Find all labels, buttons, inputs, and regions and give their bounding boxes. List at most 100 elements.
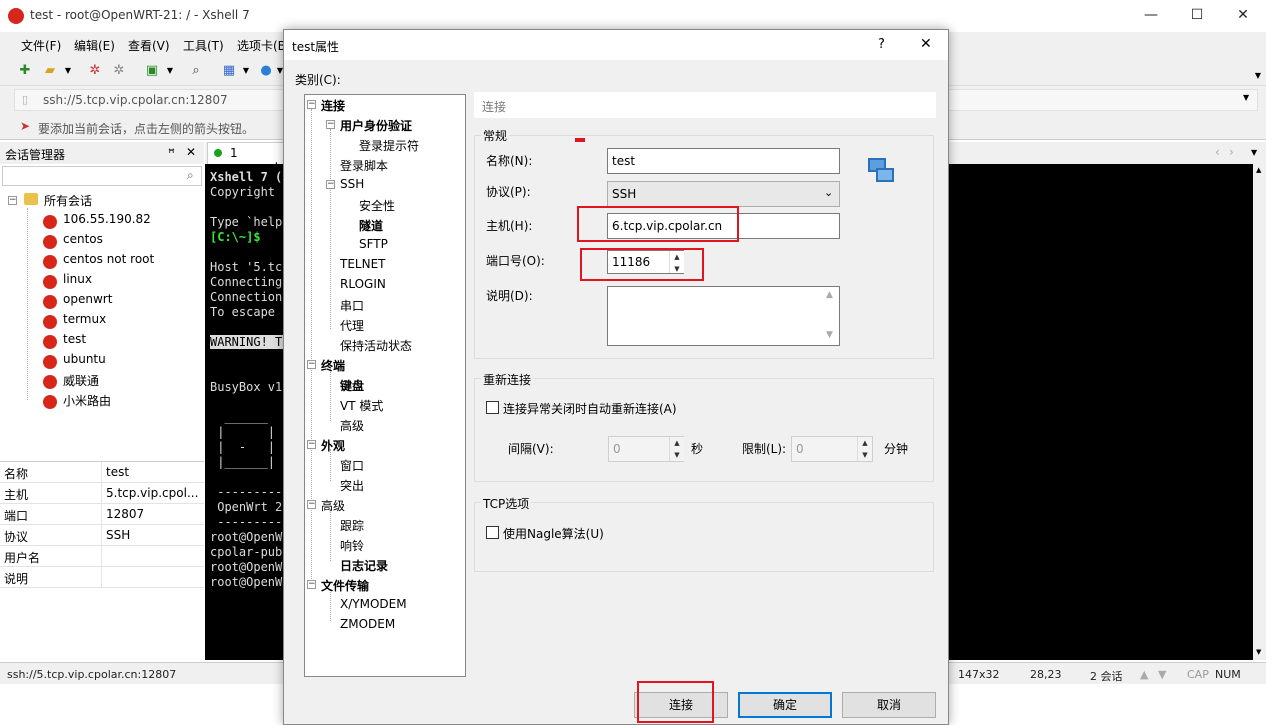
minutes-unit: 分钟 — [884, 442, 909, 456]
session-item[interactable]: ubuntu — [63, 352, 106, 366]
tab-scroll-right-icon[interactable]: › — [1229, 145, 1234, 159]
disconnect-icon[interactable]: ✲ — [87, 63, 103, 79]
session-item[interactable]: 106.55.190.82 — [63, 212, 151, 226]
pin-icon[interactable]: ꟸ — [168, 146, 175, 160]
ok-button[interactable]: 确定 — [738, 692, 832, 718]
name-input[interactable]: test — [607, 148, 840, 174]
session-item[interactable]: openwrt — [63, 292, 112, 306]
status-num: NUM — [1215, 668, 1241, 681]
open-folder-icon[interactable]: ▰ — [42, 63, 58, 79]
category-keyboard[interactable]: 键盘 — [340, 377, 364, 394]
toggle-transfer-icon[interactable]: − — [307, 580, 316, 589]
session-item[interactable]: linux — [63, 272, 92, 286]
properties-icon[interactable]: ▣ — [144, 63, 160, 79]
session-item[interactable]: termux — [63, 312, 106, 326]
session-item[interactable]: test — [63, 332, 86, 346]
category-proxy[interactable]: 代理 — [340, 317, 364, 334]
menu-view[interactable]: 查看(V) — [128, 37, 170, 54]
category-logging[interactable]: 日志记录 — [340, 557, 388, 574]
spin-up-icon[interactable]: ▲ — [670, 437, 684, 449]
category-window[interactable]: 窗口 — [340, 457, 364, 474]
scroll-up-icon[interactable]: ▲ — [1256, 166, 1261, 174]
dropdown-arrow-icon[interactable]: ▼ — [60, 63, 76, 79]
auto-reconnect-checkbox[interactable] — [486, 401, 499, 414]
category-connection[interactable]: 连接 — [321, 97, 345, 114]
category-telnet[interactable]: TELNET — [340, 257, 386, 271]
category-file-transfer[interactable]: 文件传输 — [321, 577, 369, 594]
spin-up-icon[interactable]: ▲ — [858, 437, 872, 449]
toggle-auth-icon[interactable]: − — [326, 120, 335, 129]
host-label: 主机(H): — [486, 219, 533, 233]
toggle-appearance-icon[interactable]: − — [307, 440, 316, 449]
category-zmodem[interactable]: ZMODEM — [340, 617, 395, 631]
terminal-line: WARNING! Th — [210, 335, 290, 349]
category-auth[interactable]: 用户身份验证 — [340, 117, 412, 134]
reconnect-icon[interactable]: ✲ — [111, 63, 127, 79]
menu-file[interactable]: 文件(F) — [21, 37, 61, 54]
limit-spinner[interactable]: ▲ ▼ — [857, 437, 872, 461]
new-session-icon[interactable]: ✚ — [17, 63, 33, 79]
session-item[interactable]: centos — [63, 232, 103, 246]
close-button[interactable]: ✕ — [1220, 0, 1266, 32]
status-down-icon[interactable]: ▼ — [1158, 668, 1166, 681]
category-vt-mode[interactable]: VT 模式 — [340, 397, 383, 414]
textarea-scroll-down-icon[interactable]: ▼ — [826, 330, 833, 340]
tab-list-icon[interactable]: ▼ — [1251, 148, 1257, 157]
status-up-icon[interactable]: ▲ — [1140, 668, 1148, 681]
layout-icon[interactable]: ▦ — [221, 63, 237, 79]
category-login-prompt[interactable]: 登录提示符 — [359, 137, 419, 154]
category-terminal-advanced[interactable]: 高级 — [340, 417, 364, 434]
maximize-button[interactable]: ☐ — [1174, 0, 1220, 32]
session-item[interactable]: 威联通 — [63, 372, 99, 389]
collapse-toggle-icon[interactable]: − — [8, 196, 17, 205]
toggle-advanced-icon[interactable]: − — [307, 500, 316, 509]
menu-edit[interactable]: 编辑(E) — [74, 37, 115, 54]
protocol-select[interactable]: SSH ⌄ — [607, 181, 840, 207]
category-ssh[interactable]: SSH — [340, 177, 364, 191]
textarea-scroll-up-icon[interactable]: ▲ — [826, 290, 833, 300]
category-xymodem[interactable]: X/YMODEM — [340, 597, 407, 611]
address-dropdown-icon[interactable]: ▼ — [1243, 93, 1249, 102]
cancel-button[interactable]: 取消 — [842, 692, 936, 718]
category-advanced[interactable]: 高级 — [321, 497, 345, 514]
category-login-script[interactable]: 登录脚本 — [340, 157, 388, 174]
description-textarea[interactable] — [607, 286, 840, 346]
category-serial[interactable]: 串口 — [340, 297, 364, 314]
help-button[interactable]: ? — [878, 37, 885, 52]
toolbar-overflow-icon[interactable]: ▼ — [1250, 68, 1266, 84]
toggle-connection-icon[interactable]: − — [307, 100, 316, 109]
tab-scroll-left-icon[interactable]: ‹ — [1215, 145, 1220, 159]
toggle-terminal-icon[interactable]: − — [307, 360, 316, 369]
tree-root-all-sessions[interactable]: 所有会话 — [44, 192, 92, 209]
category-appearance[interactable]: 外观 — [321, 437, 345, 454]
category-bell[interactable]: 响铃 — [340, 537, 364, 554]
nagle-checkbox[interactable] — [486, 526, 499, 539]
terminal-scrollbar[interactable]: ▲ ▼ — [1253, 164, 1266, 660]
category-trace[interactable]: 跟踪 — [340, 517, 364, 534]
spin-down-icon[interactable]: ▼ — [670, 449, 684, 461]
menu-tools[interactable]: 工具(T) — [183, 37, 224, 54]
dialog-close-button[interactable]: ✕ — [920, 36, 932, 52]
category-tunnel[interactable]: 隧道 — [359, 217, 383, 234]
category-highlight[interactable]: 突出 — [340, 477, 364, 494]
dropdown-arrow-icon[interactable]: ▼ — [162, 63, 178, 79]
category-terminal[interactable]: 终端 — [321, 357, 345, 374]
spin-down-icon[interactable]: ▼ — [858, 449, 872, 461]
tab-openwrt[interactable]: 1 openwrt — [207, 142, 285, 174]
scroll-down-icon[interactable]: ▼ — [1256, 648, 1261, 656]
session-icon — [43, 395, 57, 409]
dropdown-arrow-icon[interactable]: ▼ — [238, 63, 254, 79]
interval-spinner[interactable]: ▲ ▼ — [669, 437, 684, 461]
session-search-input[interactable]: ⌕ — [2, 166, 202, 186]
toggle-ssh-icon[interactable]: − — [326, 180, 335, 189]
session-item[interactable]: centos not root — [63, 252, 154, 266]
category-sftp[interactable]: SFTP — [359, 237, 388, 251]
bookmark-arrow-icon[interactable]: ➤ — [20, 119, 30, 133]
session-item[interactable]: 小米路由 — [63, 392, 111, 409]
minimize-button[interactable]: — — [1128, 0, 1174, 32]
find-icon[interactable]: ⌕ — [188, 63, 204, 79]
panel-close-icon[interactable]: ✕ — [186, 145, 196, 159]
category-rlogin[interactable]: RLOGIN — [340, 277, 386, 291]
category-keepalive[interactable]: 保持活动状态 — [340, 337, 412, 354]
category-security[interactable]: 安全性 — [359, 197, 395, 214]
